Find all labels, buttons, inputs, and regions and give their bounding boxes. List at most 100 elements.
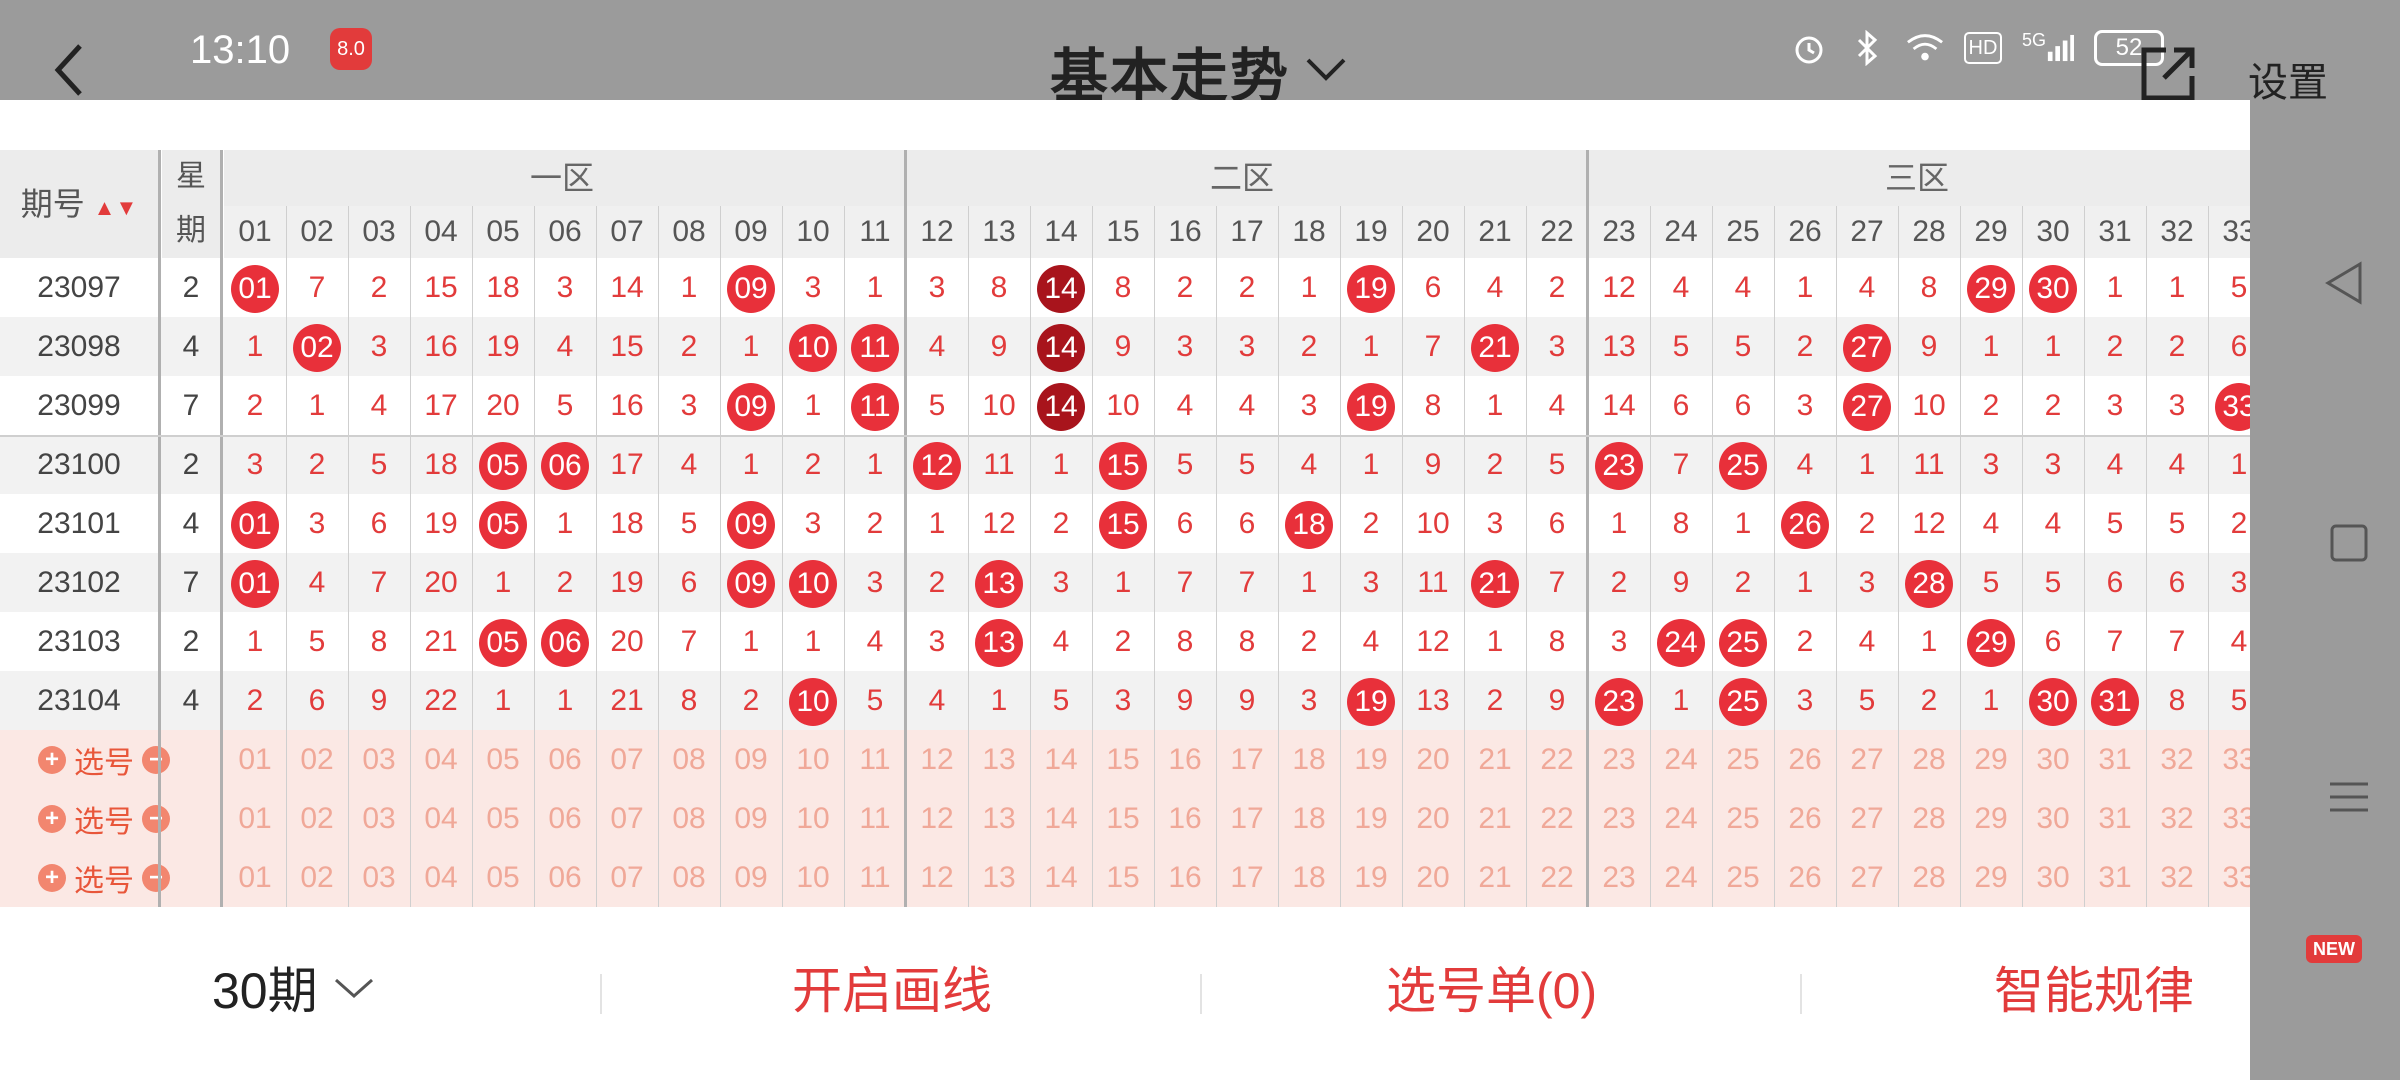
- pick-number-cell[interactable]: 10: [782, 848, 844, 907]
- pick-number-cell[interactable]: 09: [720, 848, 782, 907]
- pick-number-cell[interactable]: 26: [1774, 730, 1836, 789]
- plus-icon[interactable]: +: [38, 863, 66, 892]
- pick-number-cell[interactable]: 20: [1402, 789, 1464, 848]
- pick-number-cell[interactable]: 12: [906, 789, 968, 848]
- pick-number-cell[interactable]: 32: [2146, 789, 2208, 848]
- period-selector[interactable]: 30期: [212, 952, 376, 1022]
- pick-number-cell[interactable]: 07: [596, 730, 658, 789]
- pick-number-cell[interactable]: 20: [1402, 848, 1464, 907]
- pick-number-cell[interactable]: 30: [2022, 730, 2084, 789]
- back-button[interactable]: [50, 40, 90, 100]
- pick-number-cell[interactable]: 18: [1278, 730, 1340, 789]
- pick-number-cell[interactable]: 27: [1836, 730, 1898, 789]
- pick-number-cell[interactable]: 32: [2146, 848, 2208, 907]
- pick-number-cell[interactable]: 17: [1216, 730, 1278, 789]
- pick-number-cell[interactable]: 14: [1030, 730, 1092, 789]
- pick-number-cell[interactable]: 06: [534, 730, 596, 789]
- pick-number-cell[interactable]: 01: [224, 730, 286, 789]
- pick-number-cell[interactable]: 15: [1092, 848, 1154, 907]
- smart-pattern-button[interactable]: 智能规律: [1994, 952, 2194, 1022]
- pick-number-cell[interactable]: 22: [1526, 789, 1588, 848]
- pick-number-cell[interactable]: 08: [658, 730, 720, 789]
- pick-number-cell[interactable]: 32: [2146, 730, 2208, 789]
- pick-number-cell[interactable]: 16: [1154, 789, 1216, 848]
- pick-number-cell[interactable]: 11: [844, 730, 906, 789]
- pick-number-cell[interactable]: 02: [286, 730, 348, 789]
- pick-number-cell[interactable]: 03: [348, 789, 410, 848]
- pick-number-cell[interactable]: 05: [472, 789, 534, 848]
- pick-number-cell[interactable]: 05: [472, 730, 534, 789]
- issue-column-header[interactable]: 期号 ▲▼: [0, 150, 158, 258]
- pick-number-cell[interactable]: 01: [224, 789, 286, 848]
- pick-number-cell[interactable]: 08: [658, 848, 720, 907]
- pick-number-cell[interactable]: 30: [2022, 848, 2084, 907]
- pick-number-cell[interactable]: 16: [1154, 848, 1216, 907]
- pick-number-cell[interactable]: 23: [1588, 848, 1650, 907]
- pick-number-cell[interactable]: 09: [720, 789, 782, 848]
- pick-number-cell[interactable]: 15: [1092, 789, 1154, 848]
- menu-icon[interactable]: [2324, 772, 2374, 822]
- pick-number-cell[interactable]: 09: [720, 730, 782, 789]
- pick-number-cell[interactable]: 07: [596, 789, 658, 848]
- title-dropdown[interactable]: 基本走势: [1050, 36, 1348, 109]
- pick-number-cell[interactable]: 19: [1340, 789, 1402, 848]
- pick-number-cell[interactable]: 18: [1278, 789, 1340, 848]
- pick-number-cell[interactable]: 29: [1960, 848, 2022, 907]
- pick-number-cell[interactable]: 31: [2084, 789, 2146, 848]
- pick-number-cell[interactable]: 06: [534, 789, 596, 848]
- pick-number-cell[interactable]: 04: [410, 848, 472, 907]
- plus-icon[interactable]: +: [38, 804, 66, 833]
- pick-number-cell[interactable]: 16: [1154, 730, 1216, 789]
- pick-number-cell[interactable]: 26: [1774, 789, 1836, 848]
- pick-number-cell[interactable]: 10: [782, 789, 844, 848]
- pick-number-cell[interactable]: 13: [968, 789, 1030, 848]
- pick-number-cell[interactable]: 28: [1898, 789, 1960, 848]
- pick-number-cell[interactable]: 19: [1340, 730, 1402, 789]
- pick-number-cell[interactable]: 13: [968, 730, 1030, 789]
- pick-number-cell[interactable]: 28: [1898, 848, 1960, 907]
- pick-number-cell[interactable]: 21: [1464, 789, 1526, 848]
- pick-number-cell[interactable]: 24: [1650, 789, 1712, 848]
- pick-number-cell[interactable]: 10: [782, 730, 844, 789]
- minus-icon[interactable]: −: [142, 745, 170, 774]
- pick-number-cell[interactable]: 23: [1588, 789, 1650, 848]
- pick-number-cell[interactable]: 04: [410, 789, 472, 848]
- pick-number-cell[interactable]: 13: [968, 848, 1030, 907]
- pick-number-cell[interactable]: 03: [348, 730, 410, 789]
- square-home-icon[interactable]: [2324, 518, 2374, 568]
- pick-number-cell[interactable]: 22: [1526, 730, 1588, 789]
- pick-number-cell[interactable]: 31: [2084, 848, 2146, 907]
- pick-number-cell[interactable]: 02: [286, 789, 348, 848]
- pick-number-cell[interactable]: 27: [1836, 848, 1898, 907]
- pick-number-cell[interactable]: 30: [2022, 789, 2084, 848]
- plus-icon[interactable]: +: [38, 745, 66, 774]
- pick-number-cell[interactable]: 25: [1712, 789, 1774, 848]
- pick-number-cell[interactable]: 21: [1464, 730, 1526, 789]
- pick-number-cell[interactable]: 25: [1712, 730, 1774, 789]
- pick-number-cell[interactable]: 24: [1650, 730, 1712, 789]
- pick-number-cell[interactable]: 17: [1216, 789, 1278, 848]
- share-button[interactable]: [2136, 42, 2200, 106]
- pick-number-cell[interactable]: 08: [658, 789, 720, 848]
- pick-number-cell[interactable]: 17: [1216, 848, 1278, 907]
- pick-number-cell[interactable]: 31: [2084, 730, 2146, 789]
- draw-lines-button[interactable]: 开启画线: [792, 952, 992, 1022]
- pick-number-cell[interactable]: 29: [1960, 789, 2022, 848]
- pick-number-cell[interactable]: 25: [1712, 848, 1774, 907]
- pick-number-cell[interactable]: 14: [1030, 848, 1092, 907]
- pick-number-cell[interactable]: 27: [1836, 789, 1898, 848]
- triangle-back-icon[interactable]: [2320, 258, 2370, 308]
- pick-number-cell[interactable]: 28: [1898, 730, 1960, 789]
- pick-number-cell[interactable]: 12: [906, 848, 968, 907]
- pick-number-cell[interactable]: 05: [472, 848, 534, 907]
- pick-number-cell[interactable]: 11: [844, 789, 906, 848]
- pick-number-cell[interactable]: 22: [1526, 848, 1588, 907]
- pick-number-cell[interactable]: 18: [1278, 848, 1340, 907]
- pick-number-cell[interactable]: 12: [906, 730, 968, 789]
- pick-number-cell[interactable]: 04: [410, 730, 472, 789]
- pick-number-cell[interactable]: 26: [1774, 848, 1836, 907]
- pick-number-cell[interactable]: 23: [1588, 730, 1650, 789]
- pick-number-cell[interactable]: 29: [1960, 730, 2022, 789]
- pick-number-cell[interactable]: 14: [1030, 789, 1092, 848]
- pick-number-cell[interactable]: 24: [1650, 848, 1712, 907]
